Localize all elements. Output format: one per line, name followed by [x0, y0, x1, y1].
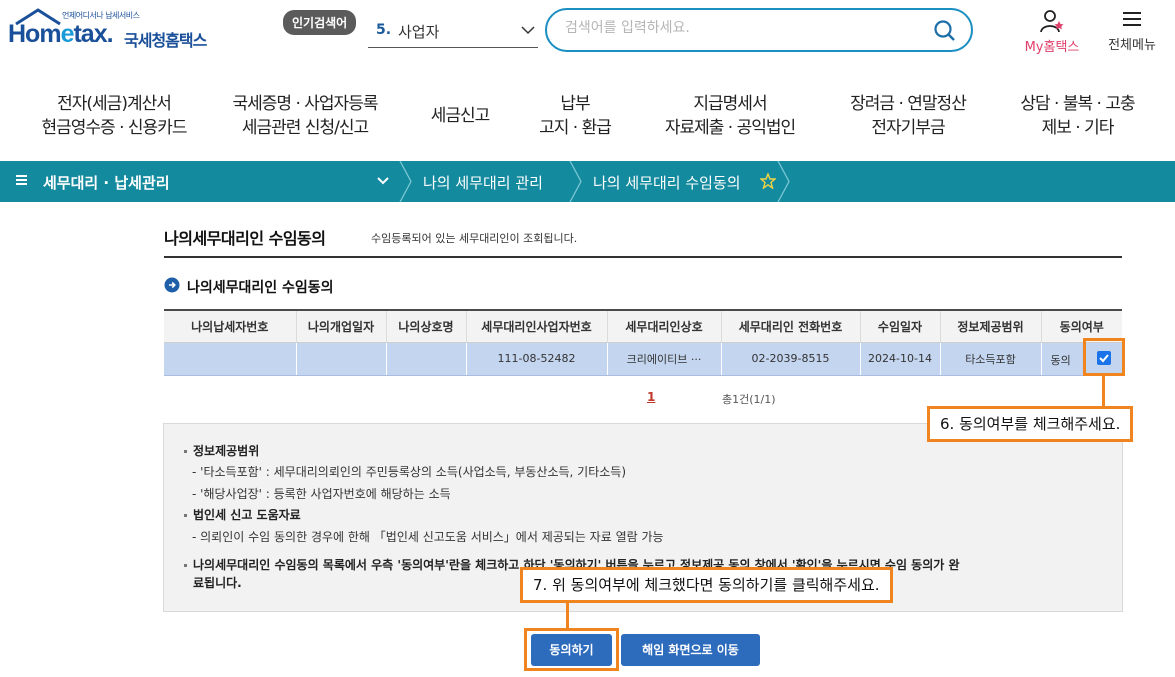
my-hometax-label: My홈택스: [1024, 40, 1080, 55]
menu-icon[interactable]: [16, 173, 28, 187]
column-header[interactable]: 세무대리인상호: [606, 309, 721, 343]
gnb-incentives[interactable]: 장려금 · 연말정산 전자기부금: [828, 92, 988, 140]
arrow-circle-icon: [164, 277, 180, 293]
popular-term: 사업자: [398, 23, 440, 41]
gnb-item-line1: 국세증명 · 사업자등록: [232, 94, 379, 114]
gnb-consulting[interactable]: 상담 · 불복 · 고충 제보 · 기타: [1000, 92, 1155, 140]
go-to-dismiss-button[interactable]: 해임 화면으로 이동: [621, 634, 760, 666]
cell-trade-name: [385, 342, 466, 376]
gnb-item-line2: 자료제출 · 공익법인: [664, 118, 796, 138]
main-navigation: 전자(세금)계산서 현금영수증 · 신용카드 국세증명 · 사업자등록 세금관련…: [0, 86, 1175, 146]
gnb-statements[interactable]: 지급명세서 자료제출 · 공익법인: [640, 92, 820, 140]
checkbox-highlight: [1083, 338, 1125, 376]
popular-search-dropdown[interactable]: 5. 사업자: [368, 14, 538, 48]
hamburger-menu-icon: [1123, 12, 1141, 26]
breadcrumb-level3[interactable]: 나의 세무대리 수임동의: [593, 172, 741, 193]
cell-agent-name: 크리에이티브 ···: [606, 342, 721, 376]
gnb-item-line2: 고지 · 환급: [539, 118, 612, 138]
chevron-down-icon[interactable]: [376, 175, 390, 187]
cell-date: 2024-10-14: [859, 342, 940, 376]
column-header[interactable]: 정보제공범위: [939, 309, 1041, 343]
gnb-item-line2: 제보 · 기타: [1041, 118, 1115, 138]
breadcrumb-separator-icon: [569, 161, 582, 202]
search-icon[interactable]: [933, 19, 957, 43]
all-menu-label: 전체메뉴: [1108, 38, 1156, 53]
cell-scope: 타소득포함: [939, 342, 1041, 376]
chevron-down-icon: [521, 26, 535, 35]
column-header[interactable]: 세무대리인 전화번호: [720, 309, 860, 343]
search-bar: [545, 8, 973, 52]
cell-agent-biz-no: 111-08-52482: [465, 342, 607, 376]
info-heading-cont: 료됩니다.: [193, 576, 242, 590]
gnb-item-line1: 장려금 · 연말정산: [850, 94, 967, 114]
agree-label: 동의: [1050, 353, 1071, 367]
info-heading: 법인세 신고 도움자료: [184, 506, 301, 523]
cell-agent-phone: 02-2039-8515: [720, 342, 860, 376]
popular-rank: 5.: [376, 22, 392, 38]
page-number-link[interactable]: 1: [647, 390, 655, 404]
gnb-certificates[interactable]: 국세증명 · 사업자등록 세금관련 신청/신고: [215, 92, 395, 140]
my-hometax-button[interactable]: My홈택스: [1015, 8, 1089, 56]
info-text: - '타소득포함' : 세무대리의뢰인의 주민등록상의 소득(사업소득, 부동산…: [192, 465, 627, 479]
hometax-logo[interactable]: 언제어디서나 납세서비스 Hometax. 국세청홈택스: [6, 6, 221, 52]
gnb-item-line2: 현금영수증 · 신용카드: [41, 118, 188, 138]
step6-callout: 6. 동의여부를 체크해주세요.: [927, 406, 1134, 442]
cell-taxpayer-no: [164, 342, 296, 376]
table-row[interactable]: 111-08-52482 크리에이티브 ··· 02-2039-8515 202…: [164, 342, 1122, 376]
table-header-row: 나의납세자번호 나의개업일자 나의상호명 세무대리인사업자번호 세무대리인상호 …: [164, 309, 1122, 343]
gnb-item-line1: 상담 · 불복 · 고충: [1020, 94, 1135, 114]
popular-search-badge: 인기검색어: [283, 10, 357, 35]
breadcrumb-separator-icon: [399, 161, 412, 202]
bullet-square-icon: [184, 514, 187, 517]
search-input[interactable]: [565, 20, 925, 36]
gnb-item-line1: 납부: [560, 94, 590, 114]
info-heading: 정보제공범위: [184, 442, 259, 459]
column-header[interactable]: 나의상호명: [385, 309, 466, 343]
agree-button-highlight: [524, 628, 619, 671]
logo-wordmark: Hometax.: [8, 20, 114, 48]
breadcrumb-separator-icon: [777, 161, 790, 202]
bullet-square-icon: [184, 564, 187, 567]
gnb-item-line1: 지급명세서: [693, 94, 767, 114]
user-icon: [1040, 10, 1064, 33]
favorite-star-icon[interactable]: [760, 173, 776, 189]
pager-total: 총1건(1/1): [722, 393, 776, 406]
gnb-e-invoice[interactable]: 전자(세금)계산서 현금영수증 · 신용카드: [24, 92, 204, 140]
column-header[interactable]: 수임일자: [859, 309, 940, 343]
gnb-item-line1: 전자(세금)계산서: [57, 94, 172, 114]
gnb-item-line2: 세금관련 신청/신고: [241, 118, 369, 138]
step7-callout: 7. 위 동의여부에 체크했다면 동의하기를 클릭해주세요.: [520, 567, 893, 603]
column-header[interactable]: 나의납세자번호: [164, 309, 296, 343]
callout-connector: [566, 603, 569, 629]
agent-consent-table: 나의납세자번호 나의개업일자 나의상호명 세무대리인사업자번호 세무대리인상호 …: [164, 309, 1122, 376]
info-text: - '해당사업장' : 등록한 사업자번호에 해당하는 소득: [192, 487, 451, 501]
all-menu-button[interactable]: 전체메뉴: [1098, 8, 1166, 56]
breadcrumb-level1[interactable]: 세무대리 · 납세관리: [43, 172, 170, 193]
page-description: 수임등록되어 있는 세무대리인이 조회됩니다.: [371, 232, 578, 245]
callout-connector: [1102, 376, 1105, 406]
page-title: 나의세무대리인 수임동의: [164, 229, 326, 248]
logo-korean-name: 국세청홈택스: [124, 31, 207, 50]
gnb-item-line2: 전자기부금: [871, 118, 945, 138]
cell-open-date: [295, 342, 386, 376]
gnb-item-line1: 세금신고: [430, 106, 491, 126]
breadcrumb: 세무대리 · 납세관리 나의 세무대리 관리 나의 세무대리 수임동의: [0, 161, 1175, 202]
info-text: - 의뢰인이 수임 동의한 경우에 한해 「법인세 신고도움 서비스」에서 제공…: [192, 530, 664, 544]
gnb-tax-return[interactable]: 세금신고: [410, 104, 510, 128]
column-header[interactable]: 세무대리인사업자번호: [465, 309, 607, 343]
column-header[interactable]: 나의개업일자: [295, 309, 386, 343]
title-divider: [164, 256, 1122, 258]
section-title: 나의세무대리인 수임동의: [187, 280, 334, 296]
breadcrumb-level2[interactable]: 나의 세무대리 관리: [423, 172, 543, 193]
bullet-square-icon: [184, 450, 187, 453]
gnb-payment[interactable]: 납부 고지 · 환급: [515, 92, 635, 140]
